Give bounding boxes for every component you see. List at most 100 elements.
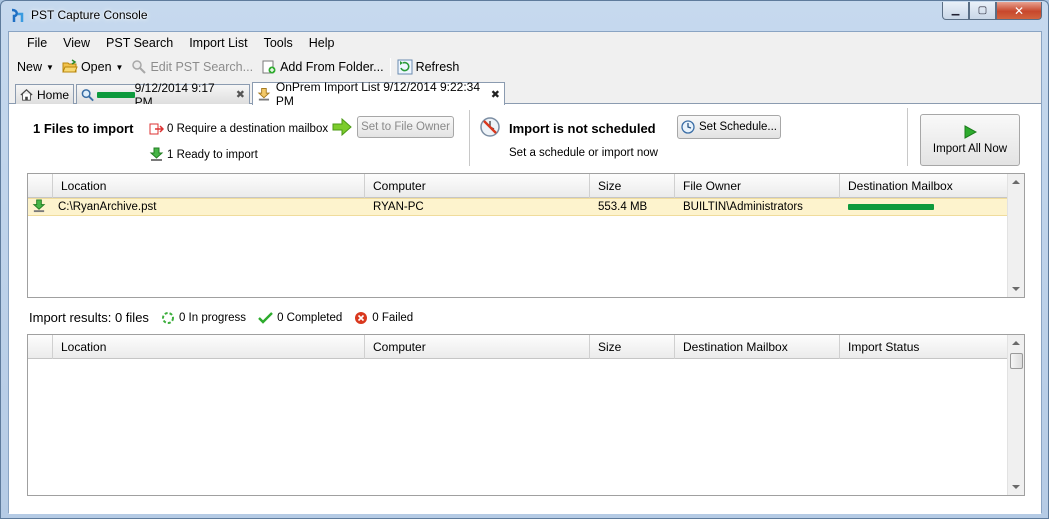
refresh-button[interactable]: Refresh [393,56,464,78]
menu-pst-search[interactable]: PST Search [98,32,181,54]
cell-computer: RYAN-PC [373,201,424,213]
set-owner-label: Set to File Owner [361,121,450,133]
checkmark-icon [258,311,273,324]
require-mailbox-status: 0 Require a destination mailbox [149,121,328,136]
files-to-import-count: 1 Files to import [33,121,134,136]
summary-divider [469,110,470,166]
home-icon [20,88,33,101]
maximize-button[interactable]: ▢ [969,2,996,20]
summary-divider [907,108,908,166]
close-button[interactable]: ✕ [996,2,1042,20]
refresh-icon [397,59,413,75]
play-icon [964,125,977,139]
client-area: File View PST Search Import List Tools H… [8,31,1042,514]
refresh-label: Refresh [415,60,460,74]
header-size[interactable]: Size [590,335,675,359]
window-title: PST Capture Console [31,8,148,22]
toolbar: New ▼ Open ▼ Edit PST Search... Add From… [9,55,1041,79]
close-icon: ✕ [1013,3,1025,18]
import-all-now-button[interactable]: Import All Now [920,114,1020,166]
import-files-table: Location Computer Size File Owner Destin… [27,173,1025,298]
title-bar[interactable]: PST Capture Console ▁ ▢ ✕ [1,1,1048,31]
app-window: PST Capture Console ▁ ▢ ✕ File View PST … [0,0,1049,519]
add-folder-icon [262,60,276,74]
new-button[interactable]: New ▼ [13,56,58,78]
close-tab-icon[interactable]: ✖ [491,88,500,101]
header-import-status[interactable]: Import Status [840,335,1008,359]
open-button[interactable]: Open ▼ [58,56,128,78]
tab-active-label: OnPrem Import List 9/12/2014 9:22:34 PM [275,80,481,108]
menu-import-list[interactable]: Import List [181,32,255,54]
import-list-icon [257,87,271,101]
edit-pst-search-button[interactable]: Edit PST Search... [127,56,257,78]
header-status-column [28,174,53,198]
chevron-down-icon: ▼ [115,62,124,72]
import-results-bar: Import results: 0 files 0 In progress 0 … [29,310,425,325]
set-schedule-button[interactable]: Set Schedule... [677,115,781,139]
arrow-right-icon [332,118,352,136]
edit-pst-search-label: Edit PST Search... [150,60,254,74]
header-location[interactable]: Location [53,174,365,198]
header-file-owner[interactable]: File Owner [675,174,840,198]
add-from-folder-button[interactable]: Add From Folder... [257,56,388,78]
chevron-down-icon: ▼ [46,62,54,72]
import-results-title: Import results: 0 files [29,310,149,325]
schedule-status-subtitle: Set a schedule or import now [509,147,658,159]
menu-tools[interactable]: Tools [256,32,301,54]
cell-file-owner: BUILTIN\Administrators [683,201,803,213]
header-computer[interactable]: Computer [365,174,590,198]
menu-file[interactable]: File [19,32,55,54]
schedule-status-title: Import is not scheduled [509,121,656,136]
schedule-off-icon [480,117,500,137]
maximize-icon: ▢ [977,5,988,16]
failed-stat: 0 Failed [354,311,413,325]
app-logo-icon [11,8,24,22]
table-row[interactable]: C:\RyanArchive.pst RYAN-PC 553.4 MB BUIL… [28,198,1008,216]
tab-onprem-import-list[interactable]: OnPrem Import List 9/12/2014 9:22:34 PM … [252,80,505,108]
row-status-cell [28,199,53,215]
tab-home-label: Home [36,87,69,102]
search-icon [81,88,94,101]
scroll-down-icon[interactable] [1012,485,1020,489]
import-list-view: 1 Files to import 0 Require a destinatio… [9,104,1041,514]
clock-icon [681,120,695,134]
header-destination-mailbox[interactable]: Destination Mailbox [840,174,1008,198]
cell-location: C:\RyanArchive.pst [58,201,157,213]
scroll-up-icon[interactable] [1012,341,1020,345]
scroll-down-icon[interactable] [1012,287,1020,291]
minimize-button[interactable]: ▁ [942,2,969,20]
scroll-thumb[interactable] [1010,353,1023,369]
completed-stat: 0 Completed [258,311,342,325]
import-all-label: Import All Now [932,143,1008,155]
window-controls: ▁ ▢ ✕ [942,2,1042,20]
ready-import-icon [32,199,46,213]
error-icon [355,311,368,324]
import-table-header: Location Computer Size File Owner Destin… [28,174,1008,198]
header-destination-mailbox[interactable]: Destination Mailbox [675,335,840,359]
in-progress-label: 0 In progress [178,311,247,324]
import-table-scrollbar[interactable] [1007,174,1024,297]
close-tab-icon[interactable]: ✖ [236,88,245,101]
set-to-file-owner-button[interactable]: Set to File Owner [357,116,454,138]
ready-import-icon [149,147,164,161]
cell-destination-mailbox[interactable] [840,199,1008,215]
ready-label: 1 Ready to import [167,148,258,161]
menu-view[interactable]: View [55,32,98,54]
results-table-scrollbar[interactable] [1007,335,1024,495]
mailbox-required-icon [149,123,164,135]
menu-help[interactable]: Help [301,32,343,54]
header-location[interactable]: Location [53,335,365,359]
header-size[interactable]: Size [590,174,675,198]
minimize-icon: ▁ [951,5,960,16]
set-schedule-label: Set Schedule... [699,121,777,133]
header-computer[interactable]: Computer [365,335,590,359]
tab-home[interactable]: Home [15,84,74,104]
failed-label: 0 Failed [372,311,414,324]
tab-pst-search[interactable]: 9/12/2014 9:17 PM ✖ [76,81,250,109]
header-status-column [28,335,53,359]
open-label: Open [80,60,112,74]
scroll-up-icon[interactable] [1012,180,1020,184]
redacted-search-name [97,91,135,98]
spinner-icon [161,311,174,324]
import-results-table: Location Computer Size Destination Mailb… [27,334,1025,496]
